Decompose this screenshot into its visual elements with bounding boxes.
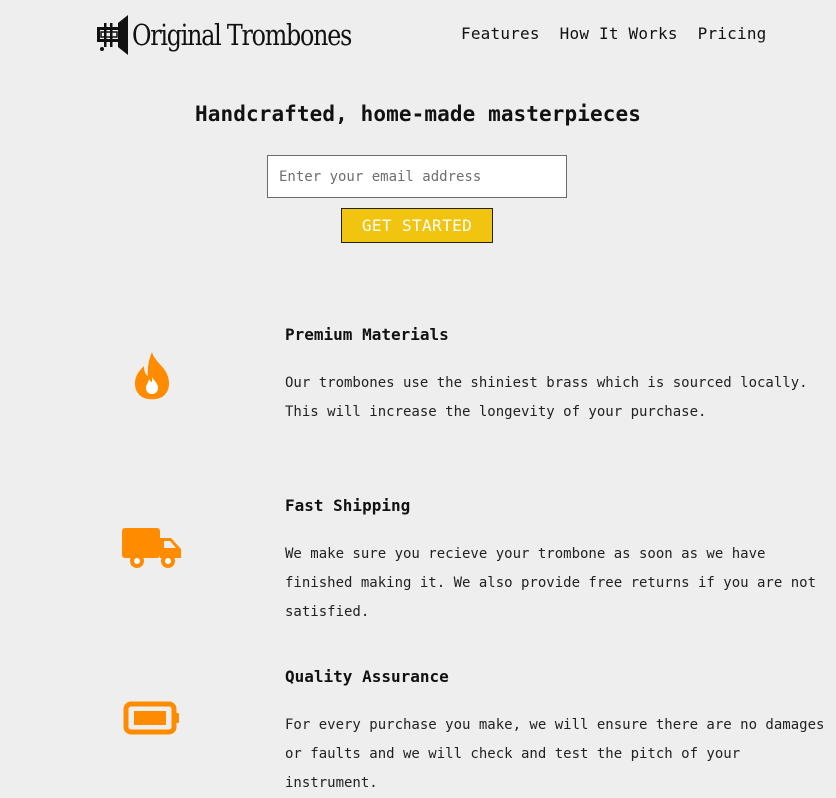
nav-link-pricing[interactable]: Pricing — [698, 24, 767, 43]
email-input[interactable] — [267, 155, 567, 198]
site-header: Original Trombones Features How It Works… — [0, 0, 836, 70]
nav-link-features[interactable]: Features — [461, 24, 540, 43]
brand-logo[interactable]: Original Trombones — [96, 12, 399, 58]
trombone-logo-icon — [97, 15, 128, 55]
feature-title: Fast Shipping — [285, 496, 411, 515]
hero-title: Handcrafted, home-made masterpieces — [194, 102, 641, 126]
battery-icon — [110, 688, 194, 748]
nav-link-how-it-works[interactable]: How It Works — [560, 24, 678, 43]
get-started-button[interactable]: GET STARTED — [341, 208, 493, 243]
feature-title: Premium Materials — [285, 325, 449, 344]
brand-name: Original Trombones — [132, 17, 352, 52]
main-nav: Features How It Works Pricing — [461, 24, 767, 43]
feature-description: We make sure you recieve your trombone a… — [285, 546, 817, 620]
fire-icon — [110, 346, 194, 406]
feature-description: Our trombones use the shiniest brass whi… — [285, 375, 808, 420]
feature-description: For every purchase you make, we will ens… — [285, 717, 825, 791]
truck-icon — [110, 515, 194, 575]
feature-title: Quality Assurance — [285, 667, 449, 686]
